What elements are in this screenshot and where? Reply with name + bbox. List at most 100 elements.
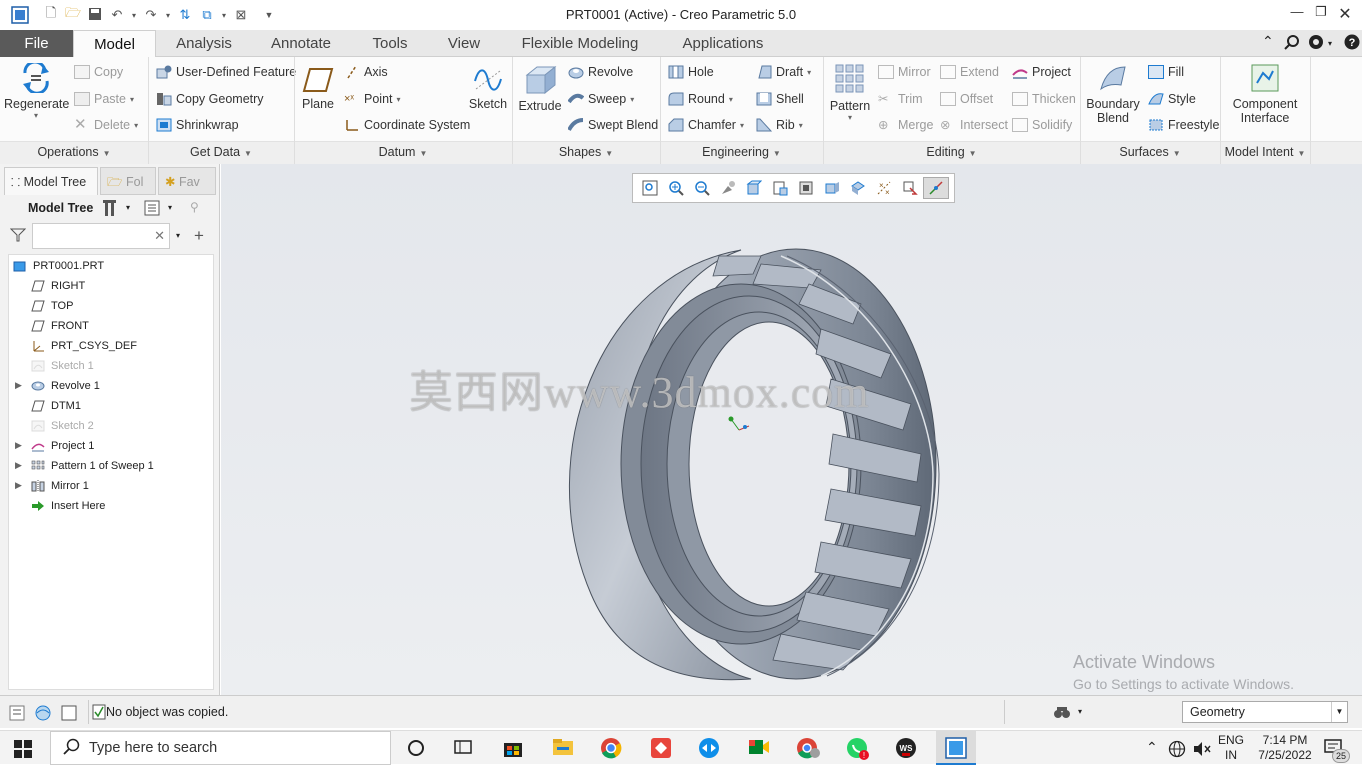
merge-button[interactable]: ⊕ Merge: [878, 118, 933, 132]
taskbar-search-box[interactable]: Type here to search: [50, 731, 391, 765]
tab-analysis[interactable]: Analysis: [158, 30, 250, 57]
expand-project-1-icon[interactable]: ▶: [15, 440, 22, 451]
volume-muted-icon[interactable]: [1192, 740, 1212, 761]
shrinkwrap-button[interactable]: Shrinkwrap: [156, 118, 239, 132]
tree-node-dtm1-plane[interactable]: DTM1: [31, 397, 81, 415]
group-surfaces[interactable]: Surfaces ▼: [1080, 145, 1220, 159]
extrude-button[interactable]: Extrude: [516, 63, 564, 113]
model-viewport[interactable]: [221, 164, 1362, 695]
hole-button[interactable]: Hole: [668, 65, 714, 79]
close-button[interactable]: ✕: [1330, 4, 1360, 24]
tree-node-insert-here[interactable]: Insert Here: [31, 497, 105, 515]
tree-node-project-1[interactable]: Project 1: [31, 437, 94, 455]
selection-filter-select[interactable]: Geometry ▼: [1182, 701, 1348, 723]
tab-folder-browser[interactable]: 🗁 Fol: [100, 167, 156, 195]
graphics-area[interactable]: × × 莫西网www.3dmox.com Activate Windows Go…: [221, 164, 1362, 695]
tree-node-prt0001-part[interactable]: PRT0001.PRT: [13, 257, 104, 275]
delete-button[interactable]: ✕ Delete ▾: [74, 117, 138, 132]
language-indicator[interactable]: ENG IN: [1218, 733, 1244, 763]
tree-node-sketch-1[interactable]: Sketch 1: [31, 357, 94, 375]
shell-button[interactable]: Shell: [756, 92, 804, 106]
whatsapp-icon[interactable]: !: [846, 737, 870, 760]
tab-flexible-modeling[interactable]: Flexible Modeling: [500, 30, 660, 57]
user-defined-feature-button[interactable]: User-Defined Feature: [156, 65, 296, 79]
tree-node-sketch-2[interactable]: Sketch 2: [31, 417, 94, 435]
tree-settings-dropdown[interactable]: ▾: [126, 203, 130, 212]
task-view-icon[interactable]: [452, 737, 476, 759]
network-icon[interactable]: [1168, 740, 1186, 761]
tab-model-tree[interactable]: ⸬ Model Tree: [4, 167, 98, 195]
full-screen-icon[interactable]: [60, 704, 78, 725]
group-operations[interactable]: Operations ▼: [0, 145, 148, 159]
tree-node-top-plane[interactable]: TOP: [31, 297, 73, 315]
solidify-button[interactable]: Solidify: [1012, 118, 1072, 132]
extend-button[interactable]: Extend: [940, 65, 999, 79]
tree-node-front-plane[interactable]: FRONT: [31, 317, 89, 335]
mirror-button[interactable]: Mirror: [878, 65, 931, 79]
coordinate-system-button[interactable]: Coordinate System: [344, 118, 470, 132]
community-dropdown-icon[interactable]: ▾: [1328, 39, 1332, 48]
cortana-icon[interactable]: [406, 738, 430, 760]
thicken-button[interactable]: Thicken: [1012, 92, 1076, 106]
paste-button[interactable]: Paste ▾: [74, 92, 134, 106]
clock[interactable]: 7:14 PM 7/25/2022: [1252, 733, 1318, 763]
expand-pattern-1-of-sweep-1-icon[interactable]: ▶: [15, 460, 22, 471]
component-interface-button[interactable]: Component Interface: [1226, 63, 1304, 125]
windows-start-icon[interactable]: [14, 740, 32, 761]
group-get-data[interactable]: Get Data ▼: [148, 145, 294, 159]
axis-button[interactable]: Axis: [344, 65, 388, 79]
search-icon[interactable]: [1284, 34, 1300, 53]
chamfer-button[interactable]: Chamfer ▾: [668, 118, 744, 132]
find-icon[interactable]: [1052, 704, 1072, 725]
meet-icon[interactable]: [748, 737, 772, 759]
point-button[interactable]: ×ˣ Point ▾: [344, 92, 401, 106]
group-engineering[interactable]: Engineering ▼: [660, 145, 823, 159]
trim-button[interactable]: ✂ Trim: [878, 92, 923, 106]
anydesk-icon[interactable]: [650, 737, 674, 759]
draft-button[interactable]: Draft ▾: [756, 65, 811, 79]
copy-geometry-button[interactable]: Copy Geometry: [156, 92, 264, 106]
find-dropdown[interactable]: ▾: [1078, 707, 1082, 716]
tab-annotate[interactable]: Annotate: [252, 30, 350, 57]
revolve-button[interactable]: Revolve: [568, 65, 633, 79]
copy-button[interactable]: Copy: [74, 65, 123, 79]
tab-view[interactable]: View: [430, 30, 498, 57]
clear-search-icon[interactable]: ✕: [154, 228, 165, 244]
tree-search-input[interactable]: ✕: [32, 223, 170, 249]
style-button[interactable]: Style: [1148, 92, 1196, 106]
search-dropdown[interactable]: ▾: [176, 231, 180, 240]
project-button[interactable]: Project: [1012, 65, 1071, 79]
tire-model[interactable]: [559, 248, 940, 681]
offset-button[interactable]: Offset: [940, 92, 993, 106]
creo-taskbar-button[interactable]: [936, 731, 976, 765]
chevron-up-icon[interactable]: ⌃: [1146, 739, 1158, 756]
group-datum[interactable]: Datum ▼: [294, 145, 512, 159]
round-button[interactable]: Round ▾: [668, 92, 733, 106]
group-shapes[interactable]: Shapes ▼: [512, 145, 660, 159]
sweep-button[interactable]: Sweep ▾: [567, 92, 634, 106]
browser-icon[interactable]: [34, 704, 52, 725]
toggle-navigator-icon[interactable]: [8, 704, 26, 725]
regenerate-button[interactable]: Regenerate ▾: [4, 63, 69, 120]
help-icon[interactable]: ?: [1344, 34, 1360, 53]
tree-settings-icon[interactable]: [102, 199, 120, 220]
intersect-button[interactable]: ⊗ Intersect: [940, 118, 1008, 132]
teamviewer-icon[interactable]: [698, 737, 722, 759]
expand-revolve-1-icon[interactable]: ▶: [15, 380, 22, 391]
tab-favorites[interactable]: ✱ Fav: [158, 167, 216, 195]
tab-applications[interactable]: Applications: [662, 30, 784, 57]
boundary-blend-button[interactable]: Boundary Blend: [1084, 63, 1142, 125]
chrome-icon[interactable]: [600, 737, 624, 759]
collapse-ribbon-icon[interactable]: ⌃: [1262, 33, 1274, 50]
community-icon[interactable]: [1308, 34, 1324, 53]
chrome-profile-icon[interactable]: [796, 737, 820, 759]
tab-file[interactable]: File: [0, 30, 73, 57]
wps-icon[interactable]: WS: [894, 737, 918, 759]
tab-model[interactable]: Model: [73, 30, 156, 58]
freestyle-button[interactable]: Freestyle: [1148, 118, 1219, 132]
expand-mirror-1-icon[interactable]: ▶: [15, 480, 22, 491]
pattern-button[interactable]: Pattern ▾: [827, 63, 873, 122]
plane-button[interactable]: Plane: [298, 67, 338, 111]
tree-node-prt-csys-def[interactable]: PRT_CSYS_DEF: [31, 337, 137, 355]
show-dropdown[interactable]: ▾: [168, 203, 172, 212]
